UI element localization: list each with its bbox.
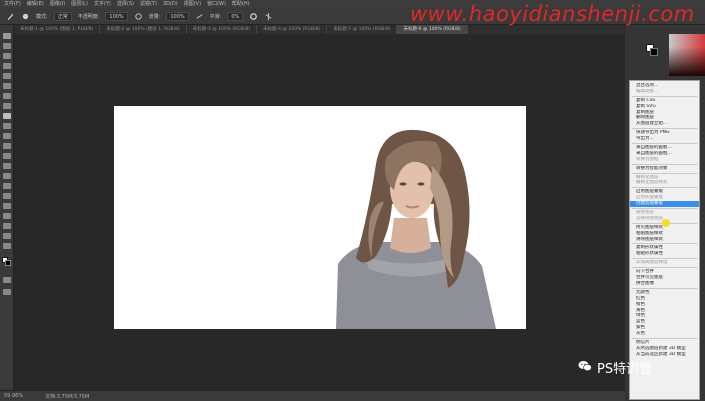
brush-preset-icon[interactable] — [21, 12, 30, 21]
gradient-tool-icon[interactable] — [3, 153, 11, 159]
more-tools-icon[interactable] — [3, 243, 11, 249]
clone-stamp-tool-icon[interactable] — [3, 123, 11, 129]
opacity-label: 不透明度: — [77, 13, 100, 20]
tools-panel — [0, 25, 14, 390]
menu-help[interactable]: 帮助(H) — [232, 0, 250, 8]
menu-view[interactable]: 视图(V) — [184, 0, 201, 8]
menu-separator — [632, 267, 697, 269]
menu-separator — [632, 95, 697, 97]
menu-separator — [632, 187, 697, 189]
context-menu-item[interactable]: 导出为... — [630, 136, 699, 142]
menu-layer[interactable]: 图层(L) — [71, 0, 88, 8]
frame-tool-icon[interactable] — [3, 83, 11, 89]
menu-separator — [632, 243, 697, 245]
doc-tab[interactable]: 未标题-2 @ 100% (图层 1, RGB/8) — [100, 25, 187, 34]
dodge-tool-icon[interactable] — [3, 173, 11, 179]
context-menu-item[interactable]: 粘贴形状属性 — [630, 251, 699, 257]
flow-label: 流量: — [148, 13, 161, 20]
brush-tool-icon[interactable] — [3, 113, 11, 119]
context-menu-item: 栅格化图层样式 — [636, 180, 668, 186]
flow-field[interactable]: 100% — [166, 11, 189, 21]
settings-gear-icon[interactable] — [249, 12, 258, 21]
menu-separator — [632, 172, 697, 174]
watermark-text: www.haoyidianshenji.com — [410, 2, 695, 26]
doc-tab[interactable]: 未标题-5 @ 100% (RGB/8) — [327, 25, 398, 34]
opacity-field[interactable]: 100% — [105, 11, 128, 21]
brush-tool-icon[interactable] — [6, 12, 15, 21]
eyedropper-tool-icon[interactable] — [3, 93, 11, 99]
doc-size: 文档:3.75M/3.75M — [45, 393, 90, 400]
document-tabs: 未标题-1 @ 100% (图层 1, RGB/8) 未标题-2 @ 100% … — [14, 25, 624, 34]
menu-select[interactable]: 选择(S) — [117, 0, 134, 8]
hand-tool-icon[interactable] — [3, 223, 11, 229]
history-brush-tool-icon[interactable] — [3, 133, 11, 139]
type-tool-icon[interactable] — [3, 193, 11, 199]
smooth-label: 平滑: — [209, 13, 222, 20]
context-menu-item[interactable]: 从当前选区新建 3D 模型 — [630, 352, 699, 358]
doc-tab[interactable]: 未标题-1 @ 100% (图层 1, RGB/8) — [14, 25, 101, 34]
menu-type[interactable]: 文字(Y) — [94, 0, 111, 8]
context-menu-item[interactable]: 拼合图像 — [630, 281, 699, 287]
mouse-cursor-icon — [662, 219, 670, 227]
pen-tool-icon[interactable] — [3, 183, 11, 189]
background-color-swatch[interactable] — [5, 260, 11, 266]
eraser-tool-icon[interactable] — [3, 143, 11, 149]
context-menu-item: 转换为图框 — [636, 156, 659, 162]
symmetry-icon[interactable] — [264, 12, 273, 21]
status-bar: 59.96% 文档:3.75M/3.75M — [0, 390, 625, 401]
menu-separator — [632, 287, 697, 289]
context-menu-item[interactable]: 灰色 — [630, 331, 699, 337]
canvas-area[interactable] — [14, 34, 625, 390]
healing-brush-tool-icon[interactable] — [3, 103, 11, 109]
menu-edit[interactable]: 编辑(E) — [27, 0, 44, 8]
wechat-icon — [578, 361, 592, 372]
crop-tool-icon[interactable] — [3, 73, 11, 79]
pressure-opacity-icon[interactable] — [134, 12, 143, 21]
menu-separator — [632, 258, 697, 260]
mode-label: 模式: — [36, 13, 48, 20]
menu-3d[interactable]: 3D(D) — [163, 0, 178, 8]
context-menu-item[interactable]: 从图层建立组... — [630, 121, 699, 127]
mode-select[interactable]: 正常 — [53, 11, 72, 21]
zoom-tool-icon[interactable] — [3, 233, 11, 239]
doc-tab-active[interactable]: 未标题-6 @ 100% (RGB/8) — [397, 25, 468, 34]
lasso-tool-icon[interactable] — [3, 53, 11, 59]
path-select-tool-icon[interactable] — [3, 203, 11, 209]
menu-separator — [632, 143, 697, 145]
quick-mask-icon[interactable] — [3, 277, 11, 283]
context-menu-item: 编辑调整... — [636, 88, 659, 94]
marquee-tool-icon[interactable] — [3, 43, 11, 49]
panel-bg-swatch[interactable] — [650, 48, 658, 56]
menu-separator — [632, 337, 697, 339]
move-tool-icon[interactable] — [3, 33, 11, 39]
doc-tab[interactable]: 未标题-4 @ 100% (RGB/8) — [257, 25, 328, 34]
layer-context-menu: 混合选项... 编辑调整... 复制 CSS 复制 SVG 复制图层 删除图层 从图层建立组… — [629, 80, 700, 400]
menu-separator — [632, 208, 697, 210]
smooth-field[interactable]: 0% — [227, 11, 244, 21]
photoshop-window: 文件(F) 编辑(E) 图像(I) 图层(L) 文字(Y) 选择(S) 滤镜(T… — [0, 0, 705, 401]
context-menu-item[interactable]: 清除图层样式 — [630, 237, 699, 243]
brand-label: PS特训营 — [597, 362, 653, 377]
airbrush-icon[interactable] — [195, 12, 204, 21]
doc-tab[interactable]: 未标题-3 @ 100% (RGB/8) — [187, 25, 258, 34]
color-picker-field[interactable] — [669, 34, 705, 76]
menu-separator — [632, 128, 697, 130]
zoom-level[interactable]: 59.96% — [4, 393, 23, 399]
shape-tool-icon[interactable] — [3, 213, 11, 219]
portrait-image — [336, 129, 496, 329]
menu-file[interactable]: 文件(F) — [4, 0, 21, 8]
document-canvas[interactable] — [114, 106, 526, 329]
menu-window[interactable]: 窗口(W) — [207, 0, 226, 8]
context-menu-item[interactable]: 转换为智能对象 — [630, 166, 699, 172]
menu-separator — [632, 163, 697, 165]
blur-tool-icon[interactable] — [3, 163, 11, 169]
context-menu-item: 从隔离图层释放 — [636, 260, 668, 266]
menu-filter[interactable]: 滤镜(T) — [140, 0, 157, 8]
screen-mode-icon[interactable] — [3, 289, 11, 295]
context-menu-item-highlighted[interactable]: 创建剪贴蒙版 — [630, 201, 699, 208]
quick-select-tool-icon[interactable] — [3, 63, 11, 69]
menu-image[interactable]: 图像(I) — [50, 0, 65, 8]
